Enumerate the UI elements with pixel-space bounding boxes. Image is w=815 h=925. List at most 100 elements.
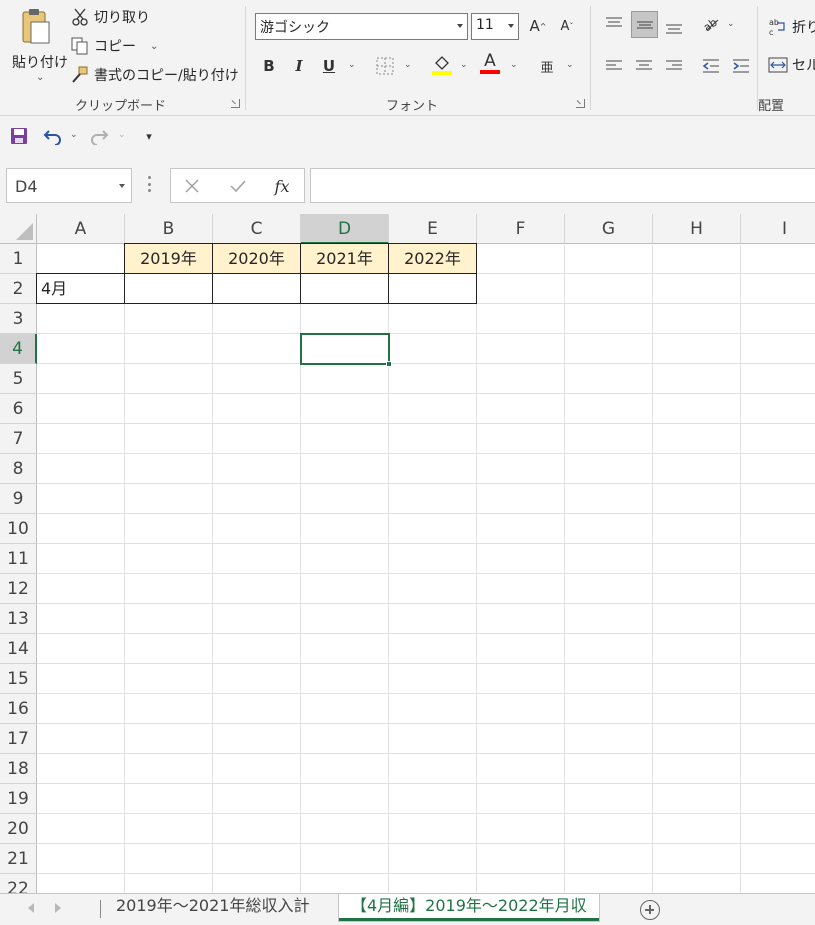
align-middle-button[interactable] xyxy=(631,11,658,38)
scroll-tabs-right-icon[interactable] xyxy=(55,903,61,913)
column-header-e[interactable]: E xyxy=(389,214,477,244)
save-button[interactable] xyxy=(8,125,30,147)
scroll-tabs-left-icon[interactable] xyxy=(28,903,34,913)
cell-a2[interactable]: 4月 xyxy=(36,273,125,304)
cell-b1[interactable]: 2019年 xyxy=(124,243,213,274)
cell-c2[interactable] xyxy=(212,273,301,304)
row-header-8[interactable]: 8 xyxy=(0,454,37,484)
font-color-dropdown-icon[interactable]: ⌄ xyxy=(510,60,518,70)
increase-indent-button[interactable] xyxy=(730,55,752,77)
font-size-select[interactable]: 11 xyxy=(471,13,519,40)
column-header-d[interactable]: D xyxy=(301,214,389,244)
row-header-21[interactable]: 21 xyxy=(0,844,37,874)
font-name-select[interactable]: 游ゴシック xyxy=(255,13,468,40)
clipboard-dialog-launcher-icon[interactable] xyxy=(231,99,240,108)
column-header-b[interactable]: B xyxy=(125,214,213,244)
row-header-7[interactable]: 7 xyxy=(0,424,37,454)
enter-button[interactable] xyxy=(227,175,249,197)
fill-handle[interactable] xyxy=(386,361,392,367)
bold-button[interactable]: B xyxy=(258,55,280,77)
add-sheet-icon[interactable] xyxy=(640,900,660,920)
align-left-button[interactable] xyxy=(603,55,625,77)
active-cell-d4[interactable] xyxy=(300,333,390,365)
phonetic-button[interactable]: 亜 xyxy=(536,55,558,77)
align-bottom-button[interactable] xyxy=(663,15,685,37)
row-header-2[interactable]: 2 xyxy=(0,274,37,304)
undo-button[interactable] xyxy=(42,125,64,147)
paste-dropdown-icon[interactable]: ⌄ xyxy=(36,72,44,83)
borders-dropdown-icon[interactable]: ⌄ xyxy=(404,60,412,70)
align-right-button[interactable] xyxy=(663,55,685,77)
select-all-button[interactable] xyxy=(0,214,37,244)
row-header-9[interactable]: 9 xyxy=(0,484,37,514)
row-header-22[interactable]: 22 xyxy=(0,874,37,893)
gridline-vertical xyxy=(740,244,741,893)
sheet-tab-april-monthly[interactable]: 【4月編】2019年～2022年月収 xyxy=(339,894,599,921)
row-header-1[interactable]: 1 xyxy=(0,244,37,274)
row-header-13[interactable]: 13 xyxy=(0,604,37,634)
row-header-20[interactable]: 20 xyxy=(0,814,37,844)
row-header-3[interactable]: 3 xyxy=(0,304,37,334)
formula-bar-grip-icon[interactable] xyxy=(148,176,151,192)
grow-font-button[interactable]: A ^ xyxy=(527,15,549,37)
row-header-10[interactable]: 10 xyxy=(0,514,37,544)
merge-cells-button[interactable]: セル xyxy=(768,54,815,76)
gridline-horizontal xyxy=(37,603,815,604)
font-color-button[interactable]: A xyxy=(479,52,501,74)
fill-color-dropdown-icon[interactable]: ⌄ xyxy=(460,60,468,70)
align-center-button[interactable] xyxy=(633,55,655,77)
cell-b2[interactable] xyxy=(124,273,213,304)
redo-button[interactable] xyxy=(88,125,110,147)
svg-text:ab: ab xyxy=(701,16,720,34)
fill-color-button[interactable] xyxy=(431,53,453,75)
row-header-4[interactable]: 4 xyxy=(0,334,37,364)
align-top-button[interactable] xyxy=(603,13,625,35)
cell-c1[interactable]: 2020年 xyxy=(212,243,301,274)
column-header-a[interactable]: A xyxy=(37,214,125,244)
column-header-f[interactable]: F xyxy=(477,214,565,244)
column-header-c[interactable]: C xyxy=(213,214,301,244)
underline-dropdown-icon[interactable]: ⌄ xyxy=(348,60,356,70)
row-header-17[interactable]: 17 xyxy=(0,724,37,754)
insert-function-button[interactable]: fx xyxy=(271,175,293,197)
borders-button[interactable] xyxy=(374,55,396,77)
cell-d2[interactable] xyxy=(300,273,389,304)
cut-button[interactable]: 切り取り xyxy=(70,6,150,28)
column-header-h[interactable]: H xyxy=(653,214,741,244)
row-header-18[interactable]: 18 xyxy=(0,754,37,784)
decrease-indent-button[interactable] xyxy=(700,55,722,77)
gridline-horizontal xyxy=(37,363,815,364)
cancel-button[interactable] xyxy=(181,175,203,197)
column-header-g[interactable]: G xyxy=(565,214,653,244)
row-header-6[interactable]: 6 xyxy=(0,394,37,424)
italic-button[interactable]: I xyxy=(288,55,310,77)
cell-d1[interactable]: 2021年 xyxy=(300,243,389,274)
cell-e1[interactable]: 2022年 xyxy=(388,243,477,274)
copy-button[interactable]: コピー ⌄ xyxy=(70,35,158,57)
row-header-11[interactable]: 11 xyxy=(0,544,37,574)
font-dialog-launcher-icon[interactable] xyxy=(576,99,585,108)
row-header-19[interactable]: 19 xyxy=(0,784,37,814)
row-header-12[interactable]: 12 xyxy=(0,574,37,604)
undo-dropdown-icon[interactable]: ⌄ xyxy=(70,130,78,140)
wrap-text-button[interactable]: ab c 折り xyxy=(768,16,815,38)
paste-button[interactable]: 貼り付け ⌄ xyxy=(8,4,68,88)
shrink-font-button[interactable]: Aˇ xyxy=(556,15,578,37)
format-painter-button[interactable]: 書式のコピー/貼り付け xyxy=(70,64,239,86)
orientation-button[interactable]: ab xyxy=(700,13,722,35)
row-header-14[interactable]: 14 xyxy=(0,634,37,664)
formula-input[interactable] xyxy=(310,168,815,203)
name-box[interactable]: D4 xyxy=(6,168,132,203)
cell-e2[interactable] xyxy=(388,273,477,304)
underline-button[interactable]: U xyxy=(318,55,340,77)
column-header-i[interactable]: I xyxy=(741,214,815,244)
row-header-5[interactable]: 5 xyxy=(0,364,37,394)
row-header-15[interactable]: 15 xyxy=(0,664,37,694)
phonetic-dropdown-icon[interactable]: ⌄ xyxy=(566,60,574,70)
row-header-16[interactable]: 16 xyxy=(0,694,37,724)
orientation-dropdown-icon[interactable]: ⌄ xyxy=(727,19,735,29)
sheet-tab-total-income[interactable]: 2019年～2021年総収入計 xyxy=(104,894,321,921)
gridline-horizontal xyxy=(37,843,815,844)
copy-dropdown-icon[interactable]: ⌄ xyxy=(150,41,158,52)
customize-qat-button[interactable]: ▾ xyxy=(138,125,160,147)
